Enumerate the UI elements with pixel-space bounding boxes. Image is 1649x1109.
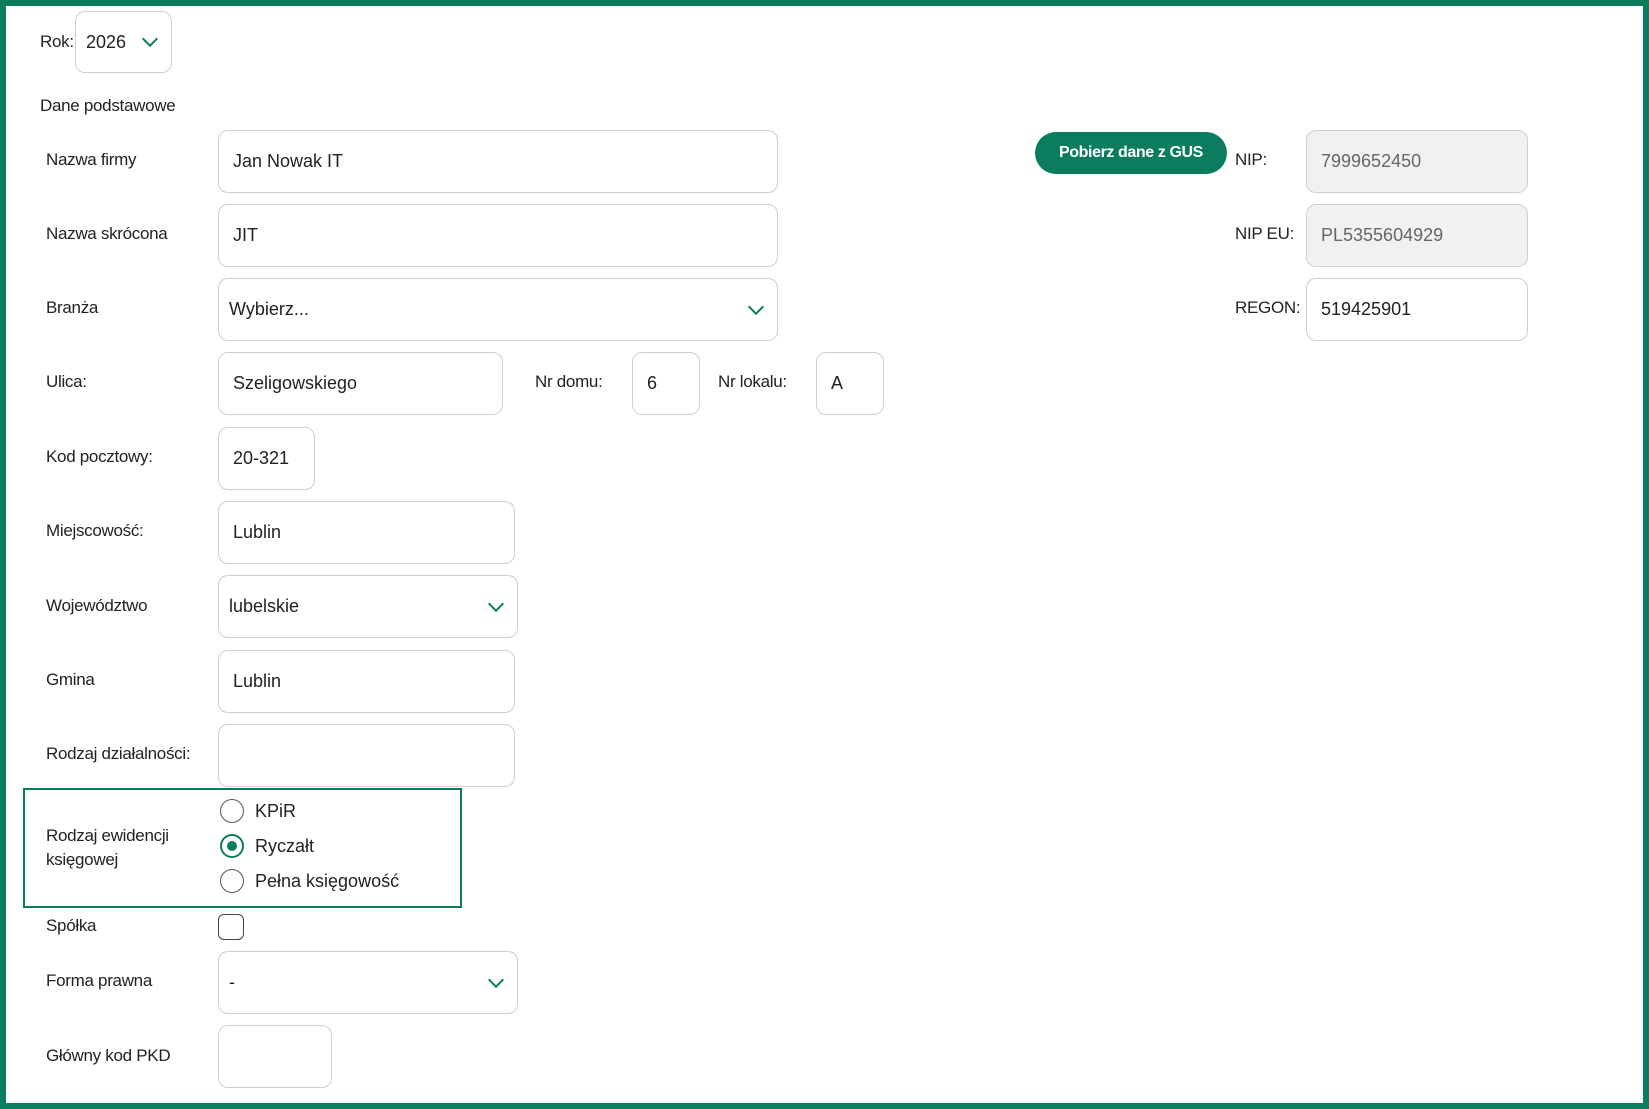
chevron-down-icon [141, 37, 159, 48]
legal-form-value: - [229, 972, 235, 992]
section-title: Dane podstawowe [40, 96, 176, 115]
commune-input[interactable]: Lublin [218, 650, 515, 713]
nip-eu-value: PL5355604929 [1321, 225, 1444, 245]
legal-form-label: Forma prawna [46, 971, 152, 990]
legal-form-select[interactable]: - [218, 951, 518, 1014]
apartment-no-input[interactable]: A [816, 352, 884, 415]
radio-pelna-ksiegowosc-label: Pełna księgowość [255, 871, 400, 891]
city-input[interactable]: Lublin [218, 501, 515, 564]
activity-type-label: Rodzaj działalności: [46, 744, 191, 763]
radio-kpir[interactable] [220, 799, 244, 823]
commune-value: Lublin [233, 671, 282, 691]
company-flag-label: Spółka [46, 916, 97, 935]
nip-eu-input[interactable]: PL5355604929 [1306, 204, 1528, 267]
year-value: 2026 [86, 31, 127, 52]
company-name-label: Nazwa firmy [46, 150, 137, 169]
voivodeship-value: lubelskie [229, 596, 300, 616]
commune-label: Gmina [46, 670, 95, 689]
short-name-value: JIT [233, 225, 258, 245]
accounting-type-label-line1: Rodzaj ewidencji [46, 826, 169, 845]
pkd-input[interactable] [218, 1025, 332, 1088]
nip-input[interactable]: 7999652450 [1306, 130, 1528, 193]
voivodeship-select[interactable]: lubelskie [218, 575, 518, 638]
company-name-value: Jan Nowak IT [233, 151, 344, 171]
nip-eu-label: NIP EU: [1235, 224, 1294, 243]
regon-label: REGON: [1235, 298, 1301, 317]
postal-code-value: 20-321 [233, 448, 290, 468]
city-value: Lublin [233, 522, 282, 542]
apartment-no-value: A [831, 373, 844, 393]
chevron-down-icon [487, 978, 505, 988]
activity-type-input[interactable] [218, 724, 515, 787]
voivodeship-label: Województwo [46, 596, 148, 615]
year-label: Rok: [40, 32, 74, 51]
accounting-type-label-line2: księgowej [46, 850, 118, 869]
industry-value: Wybierz... [229, 299, 309, 319]
city-label: Miejscowość: [46, 521, 144, 540]
company-flag-checkbox[interactable] [218, 914, 244, 940]
company-name-input[interactable]: Jan Nowak IT [218, 130, 778, 193]
postal-code-input[interactable]: 20-321 [218, 427, 315, 490]
pkd-label: Główny kod PKD [46, 1046, 171, 1065]
postal-code-label: Kod pocztowy: [46, 447, 153, 466]
radio-ryczalt-label: Ryczałt [255, 836, 315, 856]
industry-label: Branża [46, 298, 99, 317]
street-label: Ulica: [46, 372, 87, 391]
house-no-label: Nr domu: [535, 372, 603, 391]
year-select[interactable]: 2026 [75, 11, 172, 73]
apartment-no-label: Nr lokalu: [718, 372, 787, 391]
nip-label: NIP: [1235, 150, 1267, 169]
short-name-input[interactable]: JIT [218, 204, 778, 267]
radio-kpir-label: KPiR [255, 801, 297, 821]
street-value: Szeligowskiego [233, 373, 358, 393]
house-no-input[interactable]: 6 [632, 352, 700, 415]
industry-select[interactable]: Wybierz... [218, 278, 778, 341]
short-name-label: Nazwa skrócona [46, 224, 168, 243]
radio-ryczalt[interactable] [220, 834, 244, 858]
nip-value: 7999652450 [1321, 151, 1422, 171]
street-input[interactable]: Szeligowskiego [218, 352, 503, 415]
regon-input[interactable]: 519425901 [1306, 278, 1528, 341]
fetch-gus-button[interactable]: Pobierz dane z GUS [1035, 132, 1227, 174]
regon-value: 519425901 [1321, 299, 1412, 319]
radio-pelna-ksiegowosc[interactable] [220, 869, 244, 893]
chevron-down-icon [747, 305, 765, 315]
chevron-down-icon [487, 602, 505, 612]
house-no-value: 6 [647, 373, 658, 393]
